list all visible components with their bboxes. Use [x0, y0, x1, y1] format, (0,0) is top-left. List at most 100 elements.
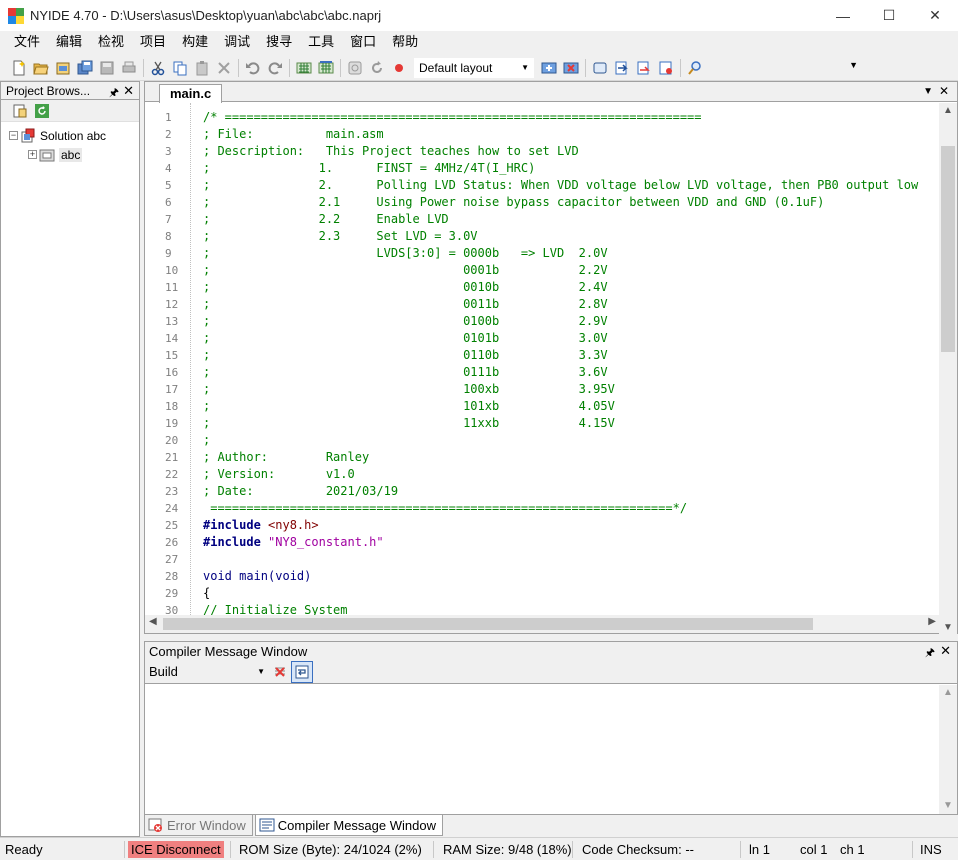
tab-list-chevron-icon[interactable]: ▼ [923, 86, 933, 97]
scroll-right-arrow-icon[interactable]: ▶ [928, 616, 936, 627]
reset-icon[interactable] [366, 57, 388, 79]
close-panel-icon[interactable]: ✕ [123, 83, 134, 99]
open-project-icon[interactable] [52, 57, 74, 79]
properties-icon[interactable] [11, 102, 29, 120]
rebuild-icon[interactable] [315, 57, 337, 79]
code-token: ; Date: 2021/03/19 [203, 484, 399, 498]
code-line: void main(void) [203, 568, 918, 585]
message-filter-select[interactable]: Build ▼ [145, 662, 269, 682]
line-number: 22 [165, 468, 179, 481]
layout-delete-icon[interactable] [560, 57, 582, 79]
code-line: ; 101xb 4.05V [203, 398, 918, 415]
collapse-toggle[interactable]: − [9, 131, 18, 140]
line-number: 13 [165, 315, 179, 328]
layout-save-icon[interactable] [538, 57, 560, 79]
tab-compiler-message-window[interactable]: Compiler Message Window [254, 815, 443, 836]
code-token: ; 0110b 3.3V [203, 348, 608, 362]
code-token: ; 101xb 4.05V [203, 399, 615, 413]
stop-icon[interactable] [344, 57, 366, 79]
wrap-toggle-icon[interactable] [291, 660, 313, 683]
record-icon[interactable] [388, 57, 410, 79]
step-over-icon[interactable] [633, 57, 655, 79]
scroll-down-arrow-icon[interactable]: ▼ [939, 620, 957, 636]
menu-window[interactable]: 窗口 [342, 32, 384, 54]
tree-item-project-abc[interactable]: + abc [1, 145, 139, 164]
scroll-up-arrow-icon[interactable]: ▲ [939, 103, 957, 119]
new-file-icon[interactable] [8, 57, 30, 79]
tab-error-window[interactable]: Error Window [144, 815, 253, 836]
menu-tools[interactable]: 工具 [300, 32, 342, 54]
ice-status-badge: ICE Disconnect [128, 841, 224, 858]
editor-horizontal-scrollbar[interactable]: ◀ ▶ [145, 615, 940, 633]
solution-icon [21, 128, 35, 142]
code-line: ; 100xb 3.95V [203, 381, 918, 398]
menu-file[interactable]: 文件 [6, 32, 48, 54]
undo-icon[interactable] [242, 57, 264, 79]
toolbar-overflow-icon[interactable]: ▼ [849, 60, 858, 70]
step-into-icon[interactable] [611, 57, 633, 79]
build-icon[interactable] [293, 57, 315, 79]
save-icon[interactable] [96, 57, 118, 79]
line-number: 3 [165, 145, 172, 158]
code-line: ; 0010b 2.4V [203, 279, 918, 296]
clear-messages-icon[interactable] [269, 661, 291, 683]
compiler-message-output[interactable] [145, 685, 939, 814]
code-line: /* =====================================… [203, 109, 918, 126]
message-vertical-scrollbar[interactable]: ▲ ▼ [939, 685, 957, 814]
tab-label: Error Window [167, 817, 246, 833]
copy-icon[interactable] [169, 57, 191, 79]
project-browser-panel: Project Brows... 🖈 ✕ − Solution abc + ab… [0, 81, 140, 837]
scroll-left-arrow-icon[interactable]: ◀ [149, 616, 157, 627]
pin-icon[interactable]: 🖈 [109, 84, 119, 103]
expand-toggle[interactable]: + [28, 150, 37, 159]
rom-size-status: ROM Size (Byte): 24/1024 (2%) [239, 842, 422, 857]
scroll-up-arrow-icon[interactable]: ▲ [939, 685, 957, 701]
save-all-icon[interactable] [74, 57, 96, 79]
pin-icon[interactable]: 🖈 [925, 644, 935, 663]
line-number: 19 [165, 417, 179, 430]
layout-select[interactable]: Default layout ▼ [414, 57, 534, 78]
code-line: ; 0100b 2.9V [203, 313, 918, 330]
maximize-button[interactable]: ☐ [866, 0, 912, 31]
open-folder-icon[interactable] [30, 57, 52, 79]
menu-view[interactable]: 检视 [90, 32, 132, 54]
editor-vertical-scrollbar[interactable]: ▲ ▼ [939, 103, 957, 636]
line-number: 7 [165, 213, 172, 226]
scroll-thumb[interactable] [941, 146, 955, 352]
menu-build[interactable]: 构建 [174, 32, 216, 54]
print-icon[interactable] [118, 57, 140, 79]
menu-debug[interactable]: 调试 [216, 32, 258, 54]
line-number: 10 [165, 264, 179, 277]
close-panel-icon[interactable]: ✕ [940, 643, 951, 659]
paste-icon[interactable] [191, 57, 213, 79]
code-token: <ny8.h> [268, 518, 319, 532]
line-number: 5 [165, 179, 172, 192]
code-line: ; [203, 432, 918, 449]
refresh-icon[interactable] [33, 102, 51, 120]
menu-help[interactable]: 帮助 [384, 32, 426, 54]
close-window-button[interactable]: ✕ [912, 0, 958, 31]
code-token: ; 100xb 3.95V [203, 382, 615, 396]
menu-edit[interactable]: 编辑 [48, 32, 90, 54]
tree-item-solution[interactable]: − Solution abc [1, 126, 139, 145]
menu-project[interactable]: 项目 [132, 32, 174, 54]
window-icon[interactable] [589, 57, 611, 79]
redo-icon[interactable] [264, 57, 286, 79]
minimize-button[interactable]: — [820, 0, 866, 31]
scroll-down-arrow-icon[interactable]: ▼ [939, 798, 957, 814]
scroll-thumb[interactable] [163, 618, 813, 630]
menu-search[interactable]: 搜寻 [258, 32, 300, 54]
step-out-icon[interactable] [655, 57, 677, 79]
code-line: ; Date: 2021/03/19 [203, 483, 918, 500]
project-icon [39, 149, 55, 161]
code-editor[interactable]: 1 2 3 4 5 6 7 8 9 10 11 12 13 14 15 16 17 18 19 20 21 22 23 24 2… [145, 103, 940, 617]
find-icon[interactable] [684, 57, 706, 79]
cut-icon[interactable] [147, 57, 169, 79]
tab-close-icon[interactable]: ✕ [939, 84, 949, 98]
editor-panel: main.c ▼ ✕ 1 2 3 4 5 6 7 8 9 10 11 12 13 14 15 16 17 18 19… [144, 81, 958, 636]
message-filter-value: Build [149, 664, 178, 679]
line-number: 14 [165, 332, 179, 345]
chevron-down-icon: ▼ [257, 667, 265, 676]
delete-icon[interactable] [213, 57, 235, 79]
tab-main-c[interactable]: main.c [159, 84, 223, 103]
